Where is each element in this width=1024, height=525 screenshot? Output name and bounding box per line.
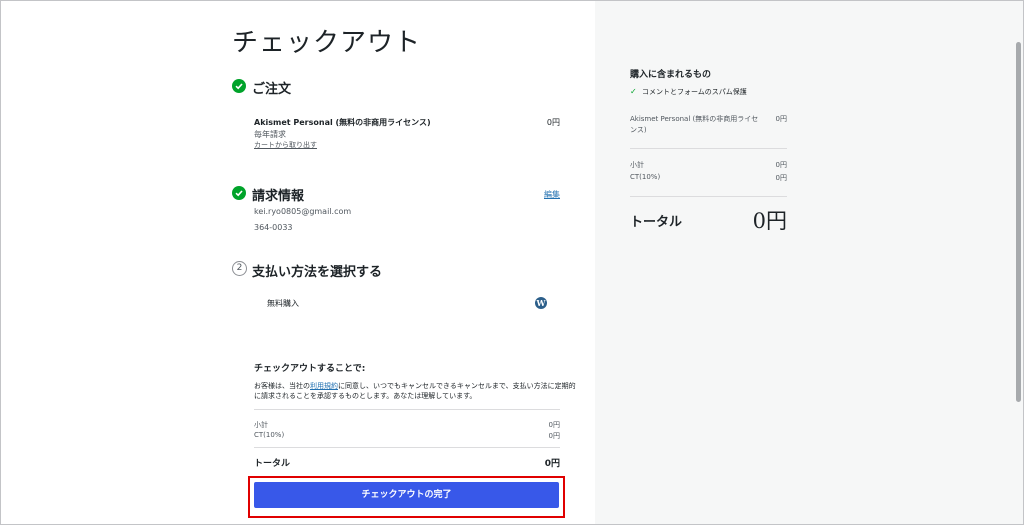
window-border	[0, 0, 1024, 525]
